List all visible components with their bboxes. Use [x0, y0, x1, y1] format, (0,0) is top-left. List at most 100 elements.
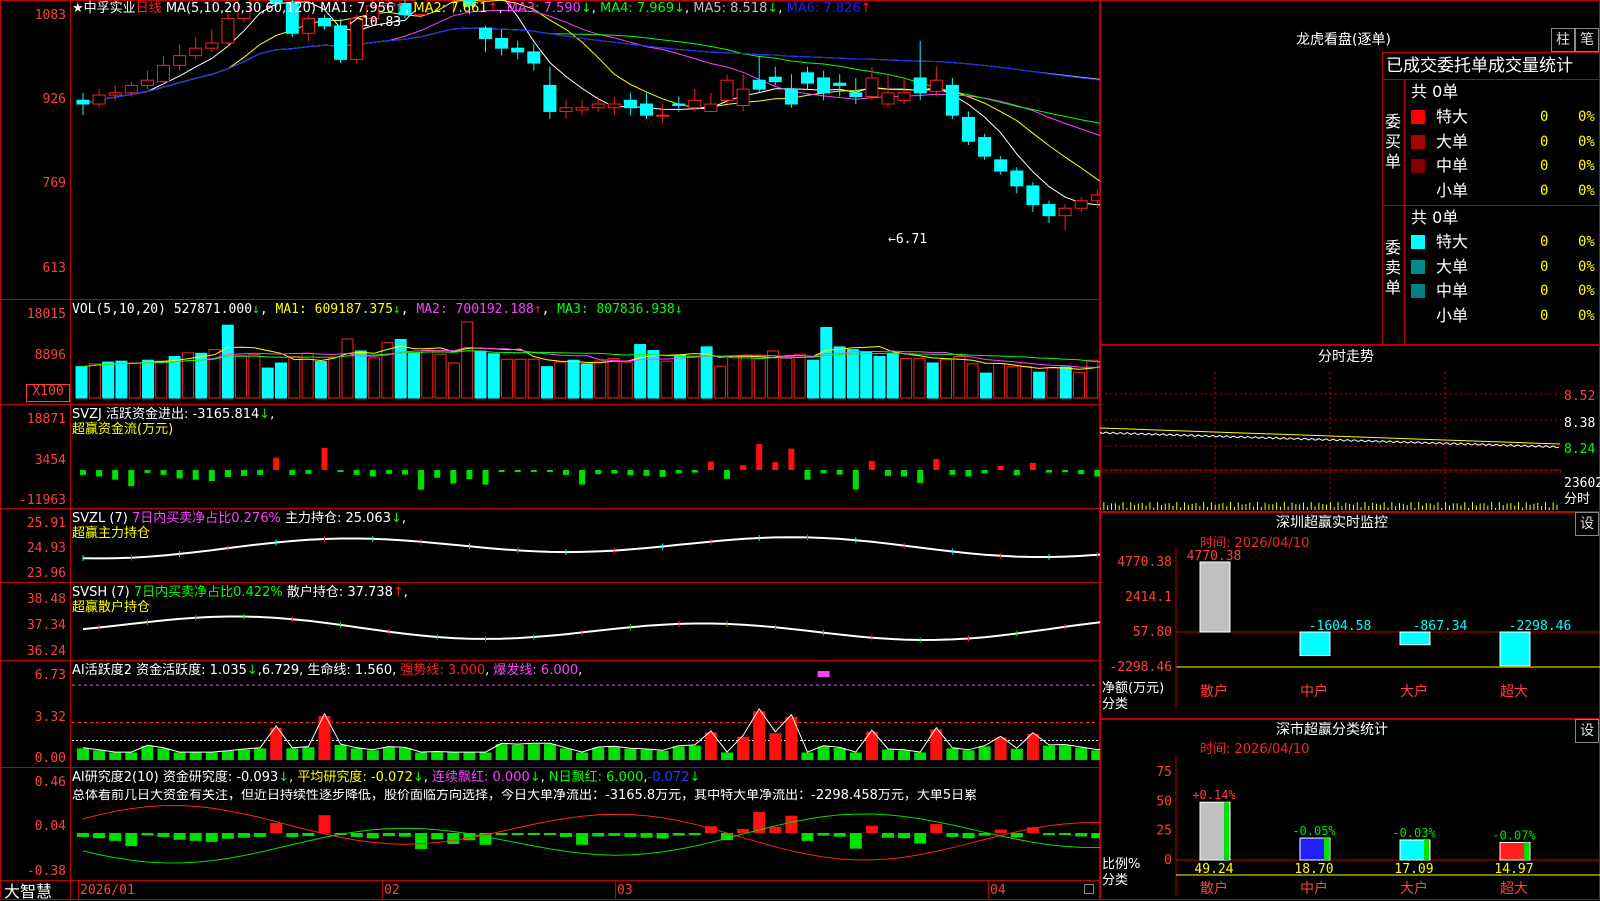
fund-flow-bar [337, 470, 344, 472]
sell-row-pct: 0% [1578, 259, 1595, 275]
fund-flow-bar [740, 465, 747, 470]
legend-swatch [1411, 110, 1425, 124]
vol-ma1: MA1: 609187.375 [275, 302, 393, 317]
candle-body [527, 51, 541, 64]
research-bar [1043, 833, 1055, 836]
candle-body [688, 99, 702, 109]
vol-ma1-arrow: ↓ [392, 302, 401, 317]
fund-flow-bar [289, 470, 296, 475]
classify-change-label: +0.14% [1192, 788, 1236, 802]
research-bar [817, 833, 830, 836]
fund-flow-bar [724, 470, 730, 479]
activity-bar [817, 746, 830, 760]
fund-flow-bar [595, 470, 602, 475]
monitor-category: 超大 [1500, 684, 1528, 700]
activity-bar [1043, 745, 1055, 760]
intraday-chart[interactable] [1100, 372, 1562, 510]
sell-row-value: 0 [1540, 283, 1549, 299]
classify-settings-button[interactable]: 设 [1575, 719, 1599, 743]
svzj-subtitle: 超赢资金流(万元) [72, 422, 174, 437]
intraday-y-tick: 8.52 [1564, 389, 1596, 404]
volume-bar [1006, 366, 1019, 399]
fund-flow-bar [241, 470, 247, 476]
fund-flow-bar [949, 470, 956, 475]
ma1-arrow: ↑ [394, 1, 406, 16]
vol-ma3: MA3: 807836.938 [557, 302, 675, 317]
volume-bar [461, 321, 474, 399]
volume-bar [807, 359, 819, 399]
classify-category: 大户 [1400, 880, 1428, 897]
candle-body [511, 47, 525, 53]
volume-bar [314, 361, 327, 399]
buy-row-value: 0 [1540, 134, 1549, 150]
research-bar [930, 824, 943, 833]
candle-body [1042, 204, 1056, 217]
candle-body [1074, 200, 1088, 209]
date-axis-label: 02 [384, 883, 400, 898]
candle-body [1010, 170, 1024, 187]
legend-swatch [1411, 284, 1425, 298]
volume-bar [860, 351, 873, 399]
divider [1382, 79, 1600, 80]
tick-mode-button[interactable]: 笔 [1575, 28, 1599, 52]
fund-flow-bar [192, 470, 199, 480]
indicator-charts[interactable] [0, 0, 1100, 900]
monitor-chart[interactable]: 4770.38 2414.1 57.80 -2298.46 4770.38 散户 -1604… [1100, 548, 1600, 718]
sell-count: 共 0单 [1411, 208, 1459, 227]
volume-bar [541, 366, 553, 399]
research-bar [849, 833, 862, 849]
activity-bar [141, 746, 154, 760]
lock-icon[interactable] [1084, 884, 1094, 894]
candle-body [124, 84, 138, 94]
classify-chart[interactable]: 75 50 25 0 +0.14% 49.24 散户 -0.05% 18.70 中户 -0.03% 1… [1100, 755, 1600, 900]
activity-bar [914, 752, 927, 760]
ai-active-header: AI活跃度2 资金活跃度: 1.035↓,6.729, 生命线: 1.560, … [72, 663, 583, 678]
candle-body [189, 47, 203, 57]
vol-ma3-arrow: ↓ [674, 302, 683, 317]
fund-flow-bar [305, 470, 312, 474]
burst-marker [817, 671, 830, 677]
ai-active-label: AI活跃度2 [72, 663, 132, 678]
classify-category: 中户 [1300, 880, 1328, 897]
svsh-ratio: 7日内买卖净占比0.422% [133, 585, 283, 600]
classify-value-label: 18.70 [1294, 862, 1333, 877]
fund-flow-bar [836, 470, 843, 475]
activity-bar [576, 752, 589, 760]
svzj-arrow: ↓ [259, 407, 271, 422]
monitor-settings-button[interactable]: 设 [1575, 512, 1599, 536]
divider [1404, 79, 1405, 345]
ai-active-strong: 强势线: 3.000 [400, 663, 486, 678]
ma3-arrow: ↓ [580, 1, 592, 16]
volume-bar [75, 366, 88, 399]
ai-active-lifeline: 生命线: 1.560 [307, 663, 393, 678]
candle-body [205, 42, 219, 49]
activity-bar [688, 745, 701, 760]
sell-row-label: 小单 [1436, 306, 1469, 325]
activity-bar [624, 748, 637, 760]
classify-y-tick: 50 [1156, 794, 1172, 809]
research-bar [93, 833, 106, 839]
stock-name: 中孚实业 [83, 1, 136, 16]
fund-flow-bar [80, 470, 86, 475]
candle-body [350, 17, 364, 60]
research-bar [898, 833, 911, 839]
volume-bar [142, 359, 154, 399]
ma3-value: MA3: 7.590 [506, 1, 581, 16]
candle-body [768, 76, 782, 83]
buy-row-value: 0 [1540, 109, 1549, 125]
candle-body [157, 64, 170, 83]
volume-bar [261, 367, 274, 399]
bar-mode-button[interactable]: 柱 [1551, 28, 1575, 52]
fund-flow-bar [498, 470, 505, 472]
volume-bar [514, 358, 527, 399]
legend-swatch [1411, 159, 1425, 173]
legend-swatch [1411, 235, 1425, 249]
activity-bar [286, 748, 299, 760]
fund-flow-bar [756, 444, 763, 470]
activity-bar [1059, 745, 1072, 760]
research-bar [624, 833, 637, 838]
date-tick [382, 880, 383, 900]
price-header: ★中孚实业日线 MA(5,10,20,30,60,120) MA1: 7.956… [72, 1, 872, 16]
volume-bar [328, 356, 341, 399]
candle-body [543, 84, 557, 112]
